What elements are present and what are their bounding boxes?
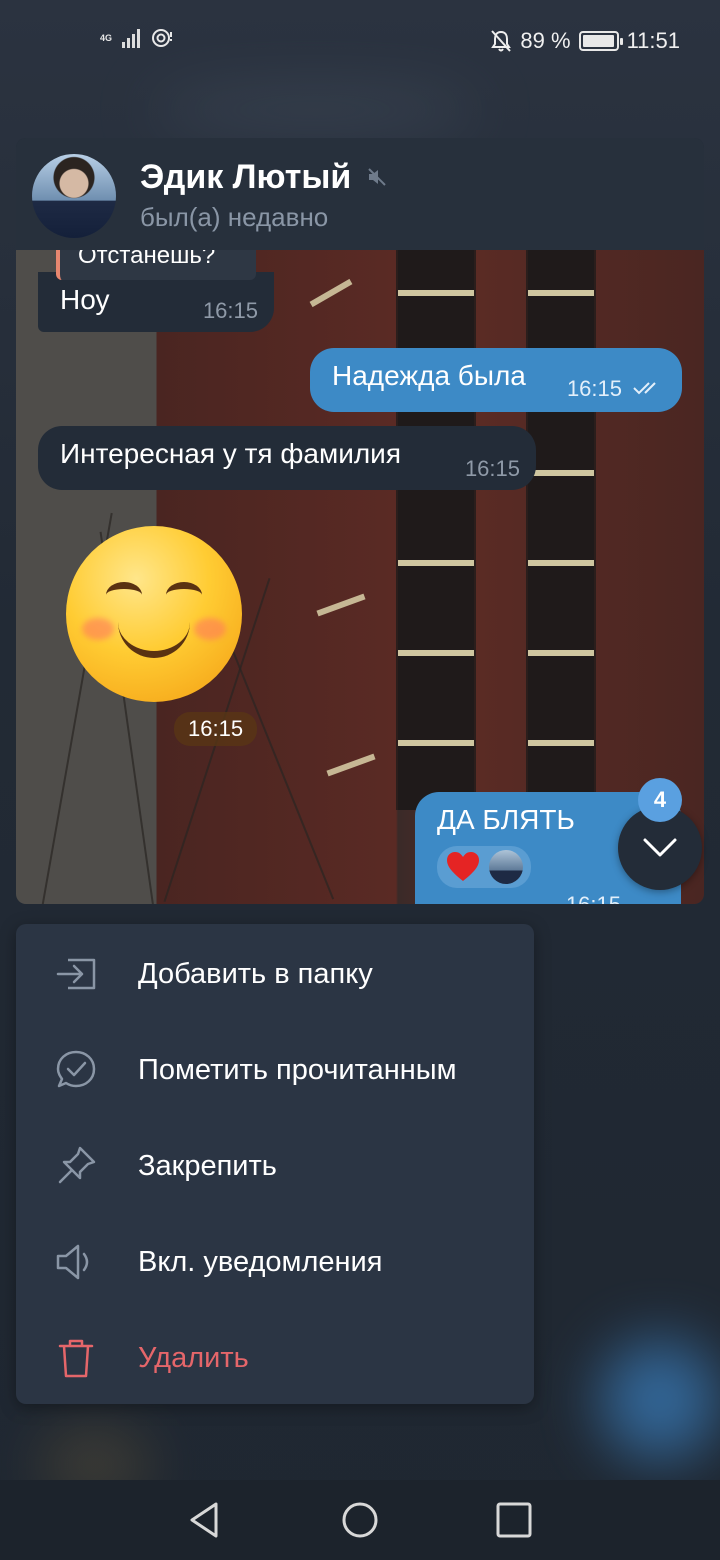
last-seen-status: был(а) недавно	[140, 202, 329, 232]
menu-item-add-to-folder[interactable]: Добавить в папку	[16, 926, 534, 1022]
clock: 11:51	[626, 28, 680, 53]
chat-header[interactable]: Эдик Лютый был(а) недавно	[16, 138, 704, 250]
sticker-time: 16:15	[174, 712, 258, 746]
status-bar: 4G 89 % 11:51	[0, 0, 720, 84]
battery-icon	[578, 31, 623, 51]
battery-percent: 89 %	[520, 28, 571, 53]
menu-item-unmute[interactable]: Вкл. уведомления	[16, 1214, 534, 1310]
message-text: Надежда была	[332, 360, 526, 391]
message-time: 16:15	[566, 892, 621, 904]
context-menu: Добавить в папку Пометить прочитанным За…	[16, 924, 534, 1404]
signal-icon	[122, 28, 141, 48]
home-icon[interactable]	[340, 1500, 380, 1540]
message-bubble[interactable]: Интересная у тя фамилия 16:15	[38, 426, 536, 490]
network-type: 4G	[100, 32, 113, 43]
avatar	[489, 850, 523, 884]
speaker-icon	[56, 1244, 89, 1280]
heart-icon	[447, 852, 479, 881]
chat-preview[interactable]: Эдик Лютый был(а) недавно Отстанешь? Ноу…	[16, 138, 704, 904]
message-time: 16:15	[464, 456, 520, 481]
system-nav-bar	[0, 1480, 720, 1560]
recents-icon[interactable]	[494, 1500, 534, 1540]
trash-icon	[58, 1339, 94, 1378]
background-blur	[600, 1340, 720, 1460]
menu-item-label: Вкл. уведомления	[138, 1245, 383, 1278]
back-icon[interactable]	[186, 1500, 226, 1540]
chevron-down-icon	[643, 838, 677, 857]
double-check-icon	[633, 382, 656, 395]
menu-item-mark-read[interactable]: Пометить прочитанным	[16, 1022, 534, 1118]
reply-quote: Отстанешь?	[56, 250, 256, 280]
message-time: 16:15	[566, 376, 622, 401]
message-text: Интересная у тя фамилия	[60, 438, 401, 469]
unread-count-badge: 4	[638, 778, 682, 822]
sticker-smiling-face[interactable]	[66, 526, 242, 702]
bell-off-icon	[491, 30, 512, 52]
menu-item-label: Закрепить	[138, 1149, 277, 1182]
chat-check-icon	[56, 1050, 96, 1088]
reaction-chip[interactable]	[437, 846, 531, 888]
message-bubble[interactable]: Надежда была 16:15	[310, 348, 682, 412]
chat-title: Эдик Лютый	[140, 158, 352, 196]
menu-item-label: Удалить	[138, 1341, 249, 1374]
menu-item-pin[interactable]: Закрепить	[16, 1118, 534, 1214]
menu-item-label: Пометить прочитанным	[138, 1053, 457, 1086]
message-bubble[interactable]: Ноу 16:15	[38, 272, 274, 332]
hotspot-icon	[152, 29, 173, 47]
menu-item-label: Добавить в папку	[138, 957, 373, 990]
message-time: 16:15	[202, 298, 258, 323]
pin-icon	[58, 1146, 96, 1184]
background-blur	[150, 90, 480, 130]
menu-item-delete[interactable]: Удалить	[16, 1310, 534, 1406]
folder-add-icon	[56, 958, 96, 990]
muted-icon	[368, 168, 386, 186]
avatar[interactable]	[32, 154, 116, 238]
message-text: Ноу	[60, 284, 110, 315]
